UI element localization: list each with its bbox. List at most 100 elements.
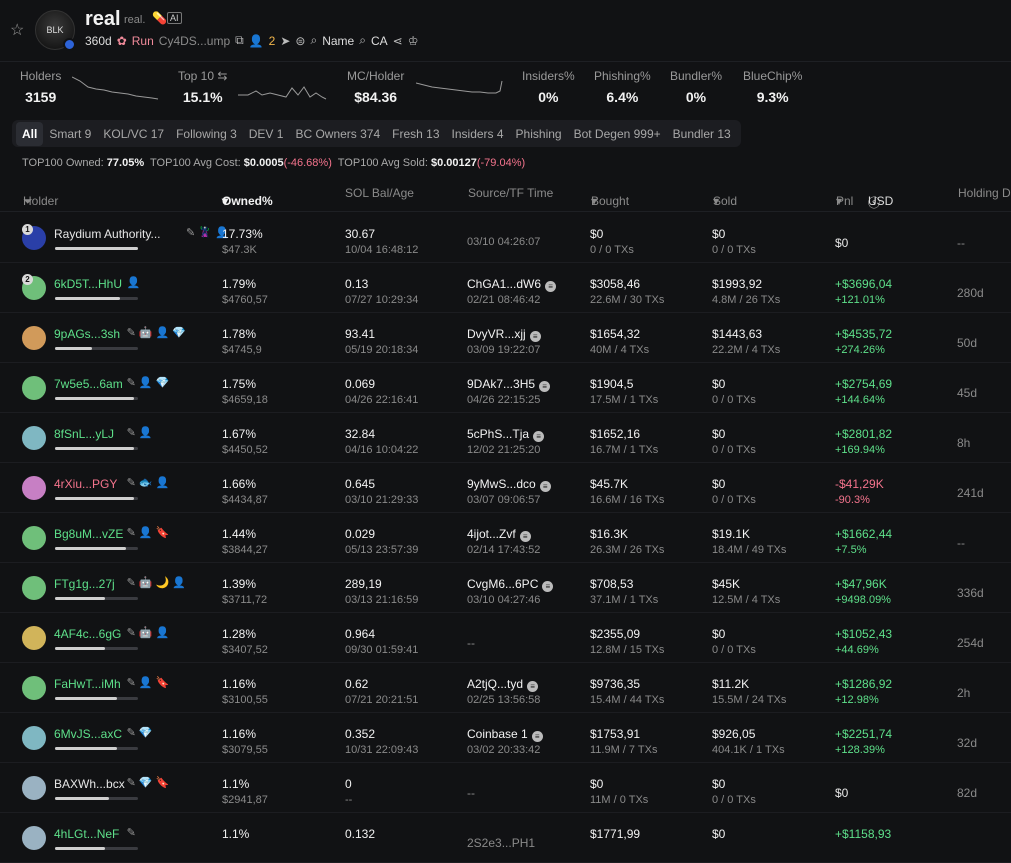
source-wallet: -- — [467, 636, 475, 650]
tab-smart[interactable]: Smart 9 — [43, 122, 97, 146]
source-wallet[interactable]: 9DAk7...3H5 ≡ — [467, 377, 551, 392]
holder-address[interactable]: FTg1g...27j — [54, 577, 115, 591]
holder-tag-icons[interactable]: ✎ 🤖 👤 — [127, 626, 170, 639]
source-wallet[interactable]: A2tjQ...tyd ≡ — [467, 677, 539, 692]
holder-tag-icons[interactable]: ✎ 🤖 🌙 👤 — [127, 576, 186, 589]
tab-bundler[interactable]: Bundler 13 — [667, 122, 737, 146]
table-row[interactable]: 8fSnL...yLJ ✎ 👤 1.67% $4450,52 32.84 04/16 10… — [0, 413, 1011, 463]
sol-balance: 0.069 — [345, 377, 376, 391]
source-wallet[interactable]: 5cPhS...Tja ≡ — [467, 427, 545, 442]
holder-tag-icons[interactable]: ✎ 👤 🔖 — [127, 526, 170, 539]
crown-icon[interactable]: ♔ — [408, 34, 419, 48]
holder-address[interactable]: FaHwT...iMh — [54, 677, 121, 691]
holding-duration: 32d — [957, 736, 978, 750]
table-row[interactable]: FaHwT...iMh ✎ 👤 🔖 1.16% $3100,55 0.62 07/21 2… — [0, 663, 1011, 713]
holder-address[interactable]: 6kD5T...HhU — [54, 277, 122, 291]
wallet-source-icon: ≡ — [545, 281, 557, 292]
tab-phishing[interactable]: Phishing — [510, 122, 568, 146]
search-name-icon[interactable]: ⌕ — [310, 33, 317, 48]
holder-address[interactable]: 4rXiu...PGY — [54, 477, 117, 491]
col-source[interactable]: Source/TF Time — [468, 186, 553, 200]
sol-balance: 0 — [345, 777, 352, 791]
search-ca-button[interactable]: CA — [371, 34, 388, 48]
table-row[interactable]: Bg8uM...vZE ✎ 👤 🔖 1.44% $3844,27 0.029 05/13 … — [0, 513, 1011, 563]
owned-bar — [55, 297, 138, 300]
tab-bc-owners[interactable]: BC Owners 374 — [289, 122, 386, 146]
menu-circle-icon[interactable]: ⊜ — [295, 34, 305, 48]
search-ca-icon[interactable]: ⌕ — [359, 33, 366, 48]
source-wallet[interactable]: ChGA1...dW6 ≡ — [467, 277, 557, 292]
tab-bot-degen[interactable]: Bot Degen 999+ — [568, 122, 667, 146]
holder-address[interactable]: BAXWh...bcx — [54, 777, 125, 791]
table-row[interactable]: 6MvJS...axC ✎ 💎 1.16% $3079,55 0.352 10/31 22… — [0, 713, 1011, 763]
wallet-source-icon: ≡ — [527, 681, 539, 692]
holder-address[interactable]: 4AF4c...6gG — [54, 627, 121, 641]
sort-down-icon: ▾ — [222, 194, 229, 208]
holder-address[interactable]: 6MvJS...axC — [54, 727, 122, 741]
col-holding[interactable]: Holding Du — [958, 186, 1011, 200]
source-wallet[interactable]: CvgM6...6PC ≡ — [467, 577, 554, 592]
tab-kol-vc[interactable]: KOL/VC 17 — [97, 122, 170, 146]
holders-user-icon[interactable]: 👤 — [249, 34, 264, 48]
holder-tag-icons[interactable]: ✎ 👤 🔖 — [127, 676, 170, 689]
holder-tag-icons[interactable]: ✎ — [127, 826, 136, 839]
swap-icon[interactable]: ⇆ — [217, 69, 227, 83]
table-row[interactable]: FTg1g...27j ✎ 🤖 🌙 👤 1.39% $3711,72 289,19 03/… — [0, 563, 1011, 613]
holder-tag-icons[interactable]: 👤 — [127, 276, 141, 289]
run-link[interactable]: Run — [132, 34, 154, 48]
holder-tag-icons[interactable]: ✎ 💎 🔖 — [127, 776, 170, 789]
source-wallet[interactable]: DvyVR...xjj ≡ — [467, 327, 541, 342]
holder-avatar — [22, 476, 46, 500]
holder-address[interactable]: Bg8uM...vZE — [54, 527, 123, 541]
holder-address[interactable]: 7w5e5...6am — [54, 377, 123, 391]
filter-icon[interactable]: ⏷ — [23, 194, 33, 209]
bought-txs: 37.1M / 1 TXs — [590, 594, 659, 606]
source-wallet[interactable]: Coinbase 1 ≡ — [467, 727, 543, 742]
owned-percent: 1.16% — [222, 677, 257, 691]
share-icon[interactable]: ⋖ — [393, 34, 403, 48]
source-wallet-label: 5cPhS...Tja — [467, 427, 530, 441]
bought-amount: $1753,91 — [590, 727, 641, 741]
sold-txs: 0 / 0 TXs — [712, 494, 756, 506]
sold-txs: 0 / 0 TXs — [712, 244, 756, 256]
source-wallet[interactable]: 9yMwS...dco ≡ — [467, 477, 551, 492]
sold-amount: $0 — [712, 427, 726, 441]
copy-icon[interactable]: ⧉ — [235, 33, 244, 48]
tab-insiders[interactable]: Insiders 4 — [446, 122, 510, 146]
holder-address[interactable]: Raydium Authority... — [54, 227, 161, 241]
tab-fresh[interactable]: Fresh 13 — [386, 122, 445, 146]
source-wallet-label: Coinbase 1 — [467, 727, 528, 741]
stats-bar: Holders 3159 Top 10 ⇆ 15.1% MC/Holder $84.3… — [0, 63, 1011, 113]
holder-tag-icons[interactable]: ✎ 👤 💎 — [127, 376, 170, 389]
table-row[interactable]: 4rXiu...PGY ✎ 🐟 👤 1.66% $4434,87 0.645 03/10 … — [0, 463, 1011, 513]
table-row[interactable]: BAXWh...bcx ✎ 💎 🔖 1.1% $2941,87 0 -- -- $0 11M /… — [0, 763, 1011, 813]
source-wallet[interactable]: 4ijot...Zvf ≡ — [467, 527, 531, 542]
telegram-icon[interactable]: ➤ — [280, 34, 290, 48]
token-header: ☆ BLK real real. 💊 AI 360d ✿ Run Cy4DS..… — [0, 0, 1011, 62]
table-row[interactable]: 4hLGt...NeF ✎ 1.1% 0.132 2S2e3...PH1 $1771,99… — [0, 813, 1011, 863]
table-row[interactable]: 9pAGs...3sh ✎ 🤖 👤 💎 1.78% $4745,9 93.41 05/19… — [0, 313, 1011, 363]
sold-amount: $45K — [712, 577, 741, 591]
search-name-button[interactable]: Name — [322, 34, 354, 48]
holder-tag-icons[interactable]: ✎ 💎 — [127, 726, 153, 739]
tab-all[interactable]: All — [16, 121, 44, 146]
holder-address[interactable]: 8fSnL...yLJ — [54, 427, 114, 441]
holder-tag-icons[interactable]: ✎ 🤖 👤 💎 — [127, 326, 186, 339]
col-sol[interactable]: SOL Bal/Age — [345, 186, 414, 200]
tab-following[interactable]: Following 3 — [170, 122, 243, 146]
table-row[interactable]: 2 6kD5T...HhU 👤 1.79% $4760,57 0.13 07/27 10:2… — [0, 263, 1011, 313]
holder-tag-icons[interactable]: ✎ 🐟 👤 — [127, 476, 170, 489]
owned-percent: 1.1% — [222, 827, 250, 841]
table-row[interactable]: 4AF4c...6gG ✎ 🤖 👤 1.28% $3407,52 0.964 09/30 … — [0, 613, 1011, 663]
tab-dev[interactable]: DEV 1 — [243, 122, 290, 146]
pnl-amount: +$2801,82 — [835, 427, 893, 441]
star-icon[interactable]: ☆ — [10, 20, 24, 40]
sold-txs: 4.8M / 26 TXs — [712, 294, 781, 306]
table-row[interactable]: 7w5e5...6am ✎ 👤 💎 1.75% $4659,18 0.069 04/26 … — [0, 363, 1011, 413]
holder-address[interactable]: 4hLGt...NeF — [54, 827, 119, 841]
wallet-source-icon: ≡ — [531, 731, 543, 742]
holder-address[interactable]: 9pAGs...3sh — [54, 327, 120, 341]
holder-tag-icons[interactable]: ✎ 👤 — [127, 426, 153, 439]
table-row[interactable]: 1 Raydium Authority... ✎ 🦹 👤 17.73% $47.3K 30… — [0, 213, 1011, 263]
contract-address[interactable]: Cy4DS...ump — [159, 34, 230, 48]
